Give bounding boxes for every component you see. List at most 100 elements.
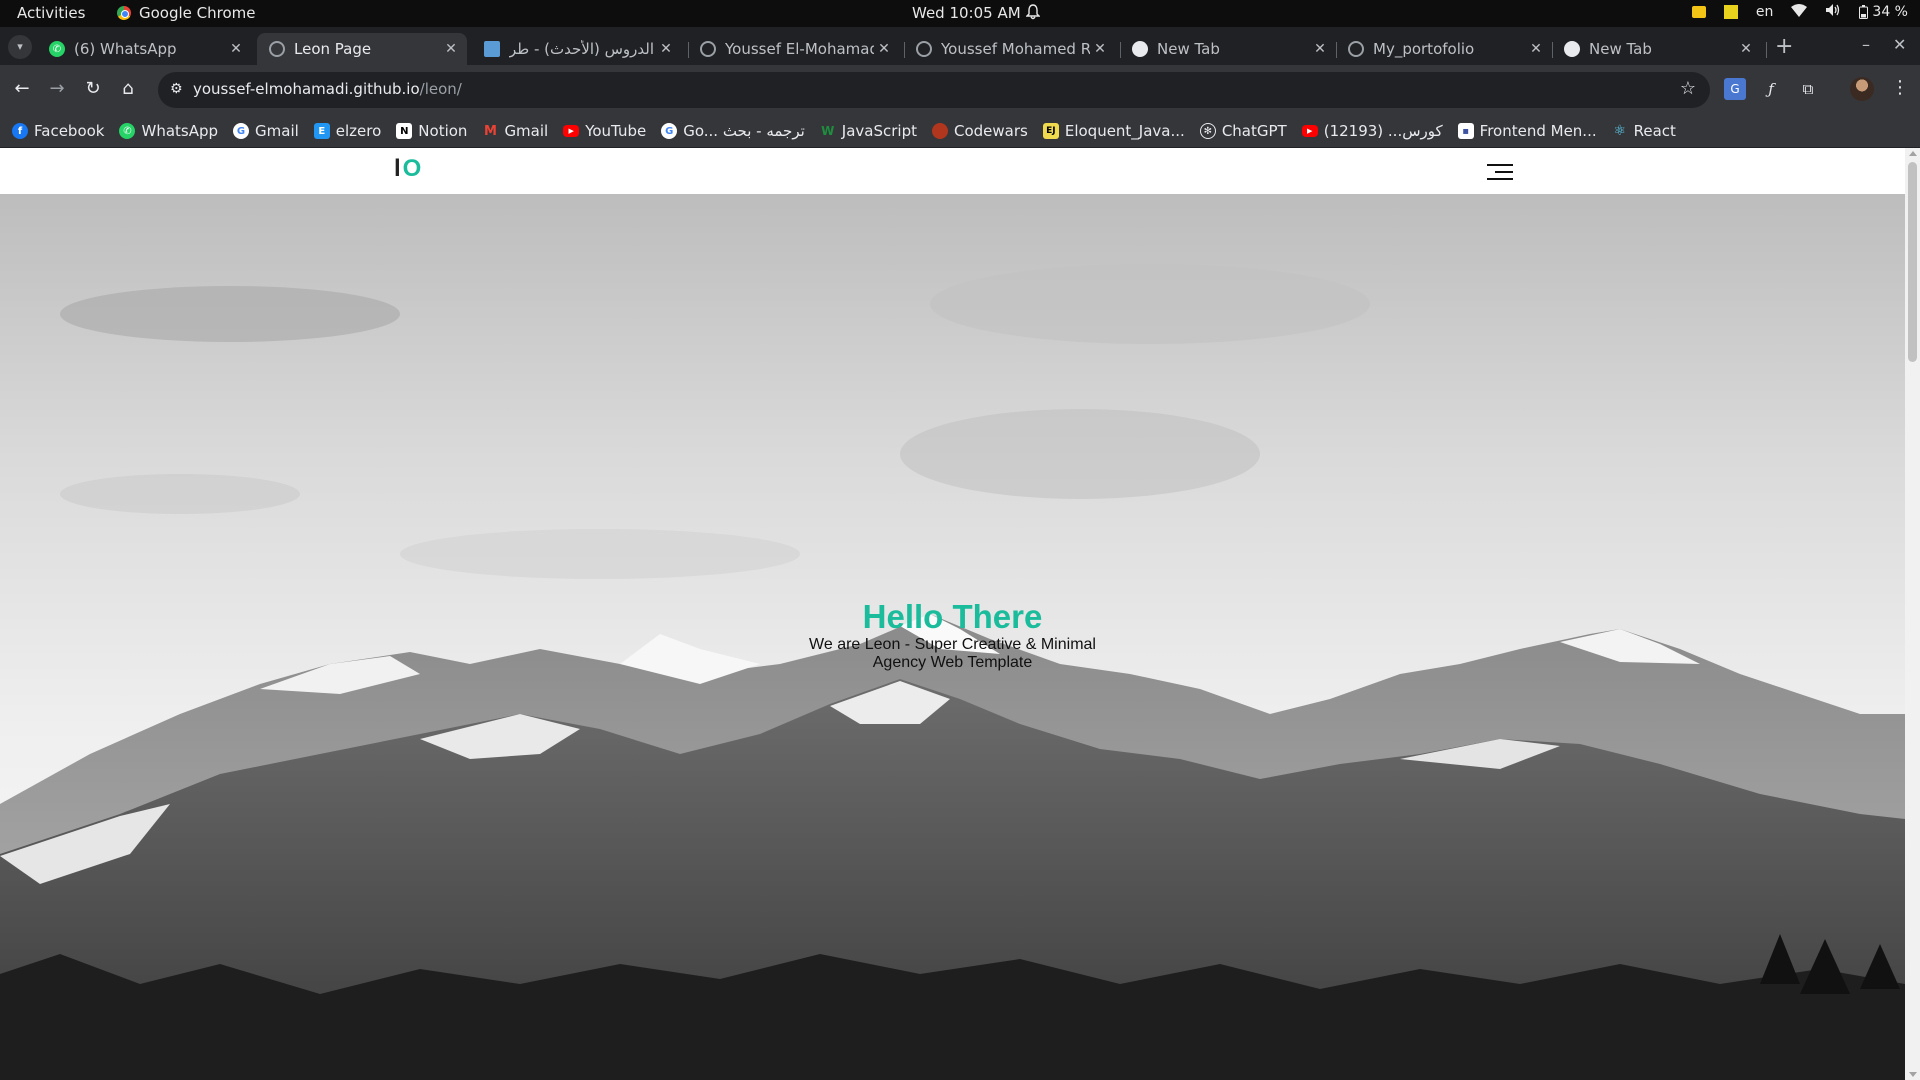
hero-subtitle: We are Leon - Super Creative & Minimal A… <box>809 636 1096 671</box>
app-menu[interactable]: Google Chrome <box>117 4 256 22</box>
tab-lessons[interactable]: الدروس (الأحدث) - طر ✕ <box>472 33 682 65</box>
bookmark-course[interactable]: ▶ كورس... (12193) <box>1301 122 1443 140</box>
bookmark-label: Go... ترجمه - بحث <box>683 122 805 140</box>
menu-hamburger-icon[interactable] <box>1487 164 1513 180</box>
tab-title: الدروس (الأحدث) - طر <box>509 40 655 58</box>
tab-close-icon[interactable]: ✕ <box>874 41 894 57</box>
tab-youssef-mohamed[interactable]: Youssef Mohamed Ra ✕ <box>904 33 1116 65</box>
tab-whatsapp[interactable]: ✆ (6) WhatsApp ✕ <box>37 33 252 65</box>
tab-close-icon[interactable]: ✕ <box>656 41 676 57</box>
back-icon[interactable]: ← <box>11 78 33 99</box>
bookmark-gmail[interactable]: M Gmail <box>482 122 548 140</box>
tab-close-icon[interactable]: ✕ <box>441 41 461 57</box>
globe-icon <box>700 41 716 57</box>
address-bar[interactable]: ⚙ youssef-elmohamadi.github.io/leon/ ☆ <box>158 72 1710 108</box>
tab-close-icon[interactable]: ✕ <box>1736 41 1756 57</box>
bookmark-frontend-mentor[interactable]: ▪ Frontend Men... <box>1457 122 1597 140</box>
globe-icon <box>916 41 932 57</box>
tab-new-tab-2[interactable]: New Tab ✕ <box>1552 33 1762 65</box>
chrome-menu-icon[interactable]: ⋮ <box>1891 77 1909 98</box>
wifi-icon <box>1791 3 1808 21</box>
tab-title: Youssef Mohamed Ra <box>941 40 1090 58</box>
tab-close-icon[interactable]: ✕ <box>226 41 246 57</box>
language-indicator[interactable]: en <box>1756 4 1774 20</box>
new-tab-button[interactable]: + <box>1775 35 1793 59</box>
globe-icon <box>1348 41 1364 57</box>
bookmark-notion[interactable]: N Notion <box>396 122 467 140</box>
logo-letter-o: O <box>402 155 424 182</box>
home-icon[interactable]: ⌂ <box>117 78 139 99</box>
site-info-icon[interactable]: ⚙ <box>170 81 183 97</box>
page-viewport: lO Hello There We are Leon - Super Creat… <box>0 148 1920 1080</box>
bookmark-label: React <box>1633 122 1676 140</box>
facebook-icon: f <box>12 123 28 139</box>
battery-level: 34 % <box>1872 4 1908 20</box>
bookmark-label: Eloquent_Java... <box>1064 122 1185 140</box>
whatsapp-icon: ✆ <box>119 123 136 139</box>
tab-close-icon[interactable]: ✕ <box>1090 41 1110 57</box>
bookmark-youtube[interactable]: ▶ YouTube <box>563 122 646 140</box>
system-tray[interactable]: en 34 % <box>1691 3 1908 21</box>
notes-app-icon[interactable] <box>1723 5 1738 19</box>
eloquent-js-icon: EJ <box>1042 123 1059 139</box>
tab-close-icon[interactable]: ✕ <box>1310 41 1330 57</box>
gmail-icon: M <box>483 123 497 139</box>
url-host: youssef-elmohamadi.github.io <box>193 80 420 98</box>
translate-extension-icon[interactable]: G <box>1724 78 1746 100</box>
battery-icon <box>1859 5 1869 19</box>
bookmark-facebook[interactable]: f Facebook <box>12 122 104 140</box>
react-icon: ⚛ <box>1613 123 1626 139</box>
chrome-icon <box>1132 41 1148 57</box>
tab-new-tab-1[interactable]: New Tab ✕ <box>1120 33 1336 65</box>
tab-search-button[interactable]: ▾ <box>8 35 32 59</box>
page-scrollbar[interactable] <box>1905 148 1920 1080</box>
bookmark-label: Facebook <box>34 122 105 140</box>
font-extension-icon[interactable]: ƒ <box>1760 78 1782 100</box>
javascript-icon: W <box>821 124 835 138</box>
scrollbar-thumb[interactable] <box>1908 162 1917 362</box>
bookmark-javascript[interactable]: W JavaScript <box>820 122 917 140</box>
frontend-mentor-icon: ▪ <box>1457 123 1474 139</box>
globe-icon <box>269 41 285 57</box>
scroll-up-arrow-icon[interactable] <box>1909 151 1917 156</box>
bookmark-codewars[interactable]: Codewars <box>932 122 1028 140</box>
chrome-icon <box>1564 41 1580 57</box>
tab-title: Leon Page <box>294 40 372 58</box>
clock[interactable]: Wed 10:05 AM <box>912 4 1021 22</box>
bookmark-google-translate[interactable]: G Go... ترجمه - بحث <box>661 122 805 140</box>
tab-separator <box>1766 42 1767 58</box>
bookmark-whatsapp[interactable]: ✆ WhatsApp <box>119 122 218 140</box>
notion-icon: N <box>396 123 413 139</box>
activities-button[interactable]: Activities <box>17 4 85 22</box>
whatsapp-icon: ✆ <box>49 41 65 57</box>
reload-icon[interactable]: ↻ <box>82 78 104 99</box>
tab-youssef-el-mohamadi[interactable]: Youssef El-Mohamadi ✕ <box>688 33 900 65</box>
bookmark-star-icon[interactable]: ☆ <box>1680 78 1696 99</box>
minimize-window-icon[interactable]: – <box>1862 35 1870 54</box>
tab-title: New Tab <box>1157 40 1220 58</box>
bookmark-eloquent-js[interactable]: EJ Eloquent_Java... <box>1042 122 1185 140</box>
url-text[interactable]: youssef-elmohamadi.github.io/leon/ <box>193 80 462 98</box>
tab-title: (6) WhatsApp <box>74 40 177 58</box>
extensions-puzzle-icon[interactable]: ⧉ <box>1797 78 1819 100</box>
bookmark-chatgpt[interactable]: ✻ ChatGPT <box>1199 122 1287 140</box>
forward-icon[interactable]: → <box>46 78 68 99</box>
bookmark-react[interactable]: ⚛ React <box>1612 122 1676 140</box>
tab-close-icon[interactable]: ✕ <box>1526 41 1546 57</box>
os-top-bar: Activities Google Chrome Wed 10:05 AM en… <box>0 0 1920 27</box>
bookmark-elzero[interactable]: Eelzero <box>313 122 381 140</box>
profile-avatar[interactable] <box>1850 77 1874 101</box>
tab-leon-page[interactable]: Leon Page ✕ <box>257 33 467 65</box>
close-window-icon[interactable]: ✕ <box>1893 35 1906 54</box>
site-logo[interactable]: lO <box>394 155 423 183</box>
scroll-down-arrow-icon[interactable] <box>1909 1072 1917 1077</box>
elzero-icon: E <box>313 123 330 139</box>
tab-title: My_portofolio <box>1373 40 1475 58</box>
bookmarks-bar: f Facebook ✆ WhatsApp G Gmail Eelzero N Noti… <box>0 115 1920 148</box>
bookmark-gmail-google[interactable]: G Gmail <box>233 122 299 140</box>
hero-title: Hello There <box>862 598 1043 635</box>
tab-my-portofolio[interactable]: My_portofolio ✕ <box>1336 33 1552 65</box>
sticky-notes-icon[interactable] <box>1691 6 1706 18</box>
google-icon: G <box>233 123 250 139</box>
battery-indicator[interactable]: 34 % <box>1859 4 1908 20</box>
